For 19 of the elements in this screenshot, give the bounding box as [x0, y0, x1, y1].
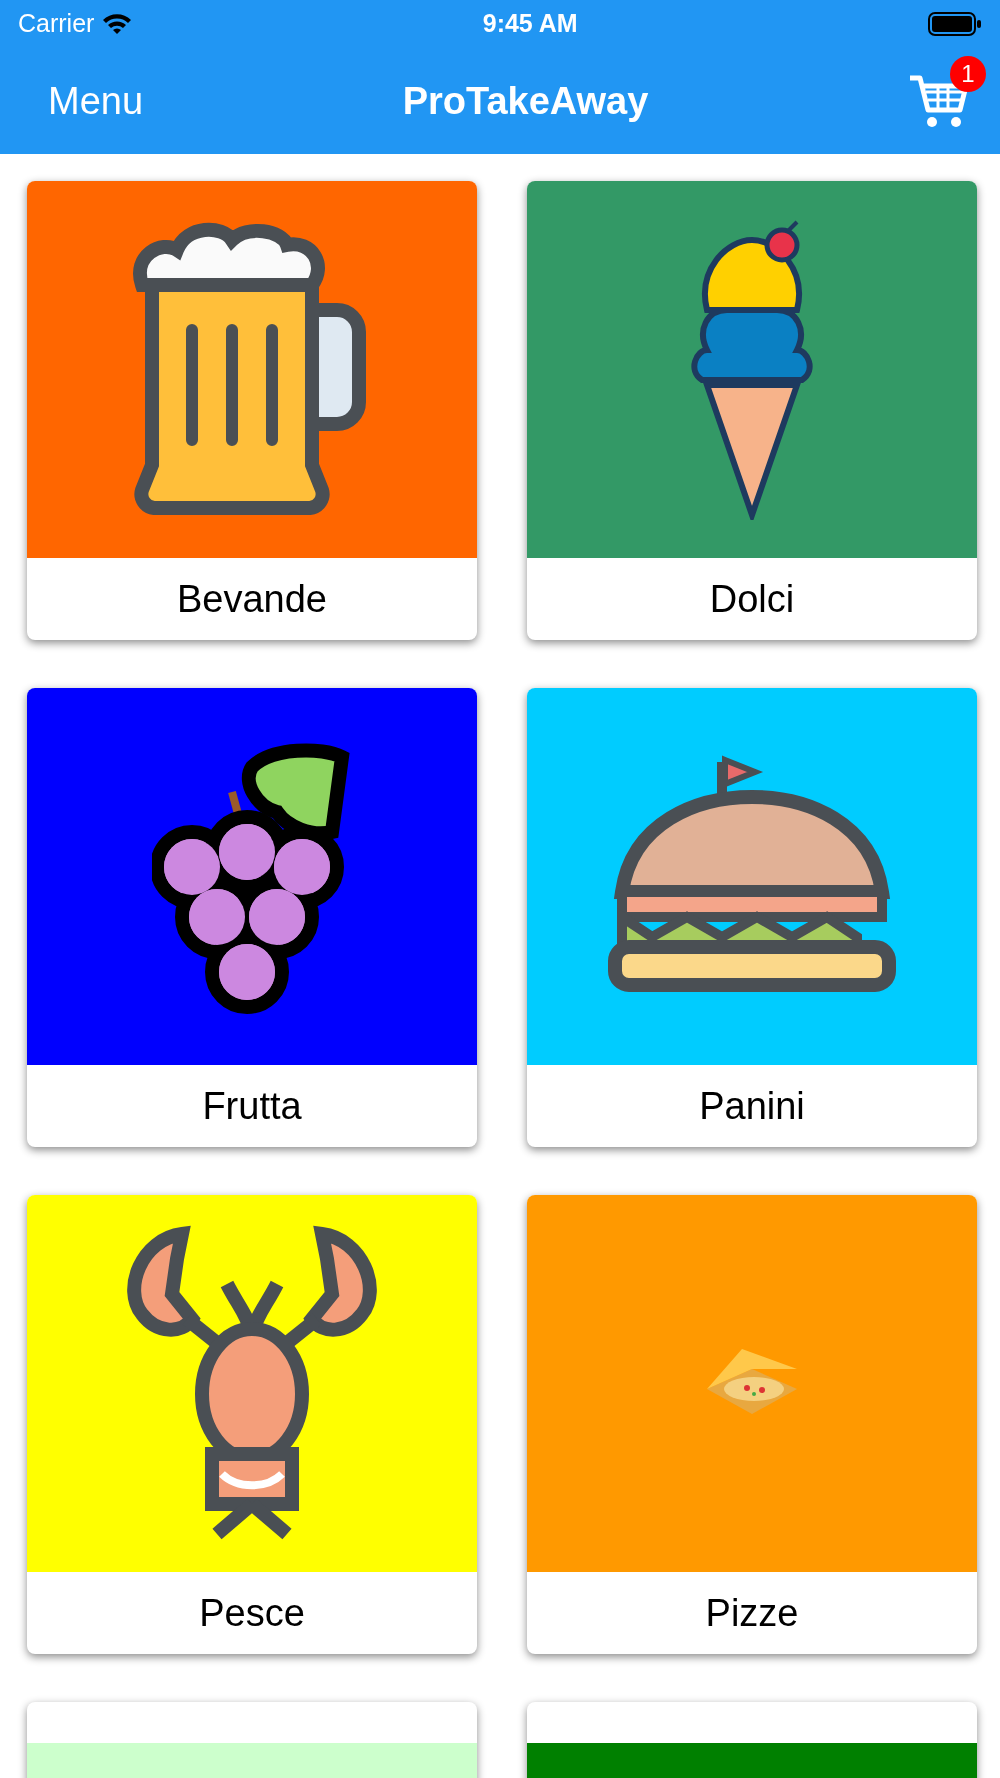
category-tile[interactable]: Panini — [527, 688, 977, 1147]
battery-icon — [928, 12, 982, 36]
category-tile[interactable]: Pesce — [27, 1195, 477, 1654]
carrier-name: Carrier — [18, 8, 95, 40]
category-label: Bevande — [176, 577, 328, 622]
category-tile[interactable]: Bevande — [27, 181, 477, 640]
category-label: Pizze — [704, 1591, 800, 1636]
clock-time: 9:45 AM — [482, 8, 578, 40]
category-label: Frutta — [201, 1084, 303, 1129]
category-tile[interactable]: Pizze — [527, 1195, 977, 1654]
category-tile[interactable]: Frutta — [27, 688, 477, 1147]
category-tile[interactable]: Dolci — [527, 181, 977, 640]
cart-count-badge: 1 — [950, 56, 986, 92]
wifi-icon — [102, 13, 133, 35]
category-label: Dolci — [708, 577, 796, 622]
category-label: Pesce — [198, 1591, 306, 1636]
app-title: ProTakeAway — [402, 78, 649, 124]
category-label: Panini — [698, 1084, 806, 1129]
cart-button[interactable]: 1 — [908, 56, 986, 130]
